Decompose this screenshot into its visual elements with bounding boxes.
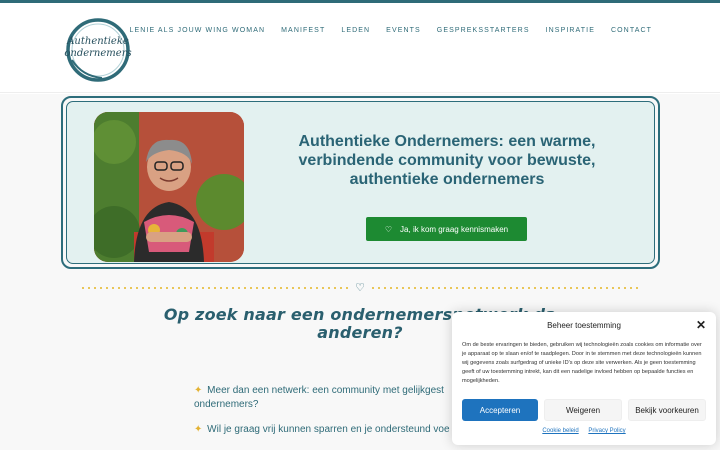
consent-links: Cookie beleid Privacy Policy bbox=[452, 428, 716, 434]
founder-photo bbox=[94, 112, 244, 262]
sparkle-icon: ✦ bbox=[194, 385, 203, 396]
close-icon[interactable]: ✕ bbox=[696, 318, 706, 332]
logo-text-line-1: Authentieke bbox=[67, 36, 129, 47]
cookie-policy-link[interactable]: Cookie beleid bbox=[542, 428, 578, 434]
logo-text: Authentieke ondernemers bbox=[64, 36, 132, 60]
hero-inner: Authentieke Ondernemers: een warme, verb… bbox=[66, 101, 655, 264]
cta-button[interactable]: ♡ Ja, ik kom graag kennismaken bbox=[366, 217, 527, 241]
nav-item-contact[interactable]: CONTACT bbox=[611, 27, 652, 34]
consent-buttons: Accepteren Weigeren Bekijk voorkeuren bbox=[462, 399, 706, 421]
founder-photo-illustration bbox=[94, 112, 244, 262]
sparkle-icon: ✦ bbox=[194, 424, 203, 435]
nav-item-wing-woman[interactable]: LENIE ALS JOUW WING WOMAN bbox=[130, 27, 266, 34]
preferences-button[interactable]: Bekijk voorkeuren bbox=[628, 399, 706, 421]
consent-body: Om de beste ervaringen te bieden, gebrui… bbox=[462, 342, 702, 384]
heart-icon: ♡ bbox=[384, 224, 393, 234]
hero-card: Authentieke Ondernemers: een warme, verb… bbox=[61, 96, 660, 269]
cookie-consent-dialog: Beheer toestemming ✕ Om de beste ervarin… bbox=[452, 312, 716, 445]
hero-title: Authentieke Ondernemers: een warme, verb… bbox=[298, 133, 596, 188]
accept-button[interactable]: Accepteren bbox=[462, 399, 538, 421]
list-item-text: Meer dan een netwerk: een community met … bbox=[207, 385, 444, 396]
nav-item-inspiratie[interactable]: INSPIRATIE bbox=[546, 27, 595, 34]
section-heading-line-2: anderen? bbox=[317, 323, 403, 342]
list-item-text-continued: ondernemers? bbox=[194, 399, 259, 410]
nav-item-leden[interactable]: LEDEN bbox=[341, 27, 370, 34]
divider-dots-left bbox=[80, 287, 350, 289]
site-header: Authentieke ondernemers LENIE ALS JOUW W… bbox=[0, 3, 720, 93]
privacy-policy-link[interactable]: Privacy Policy bbox=[588, 428, 625, 434]
cta-label: Ja, ik kom graag kennismaken bbox=[400, 224, 509, 234]
nav-item-manifest[interactable]: MANIFEST bbox=[281, 27, 325, 34]
main-nav: LENIE ALS JOUW WING WOMAN MANIFEST LEDEN… bbox=[114, 27, 653, 34]
divider-heart-icon: ♡ bbox=[355, 281, 365, 294]
deny-button[interactable]: Weigeren bbox=[544, 399, 622, 421]
logo-text-line-2: ondernemers bbox=[64, 48, 132, 59]
nav-item-events[interactable]: EVENTS bbox=[386, 27, 421, 34]
nav-item-gespreksstarters[interactable]: GESPREKSSTARTERS bbox=[437, 27, 530, 34]
consent-title: Beheer toestemming bbox=[547, 321, 621, 330]
section-divider: ♡ bbox=[80, 282, 640, 294]
divider-dots-right bbox=[370, 287, 640, 289]
list-item-text: Wil je graag vrij kunnen sparren en je o… bbox=[207, 424, 450, 435]
